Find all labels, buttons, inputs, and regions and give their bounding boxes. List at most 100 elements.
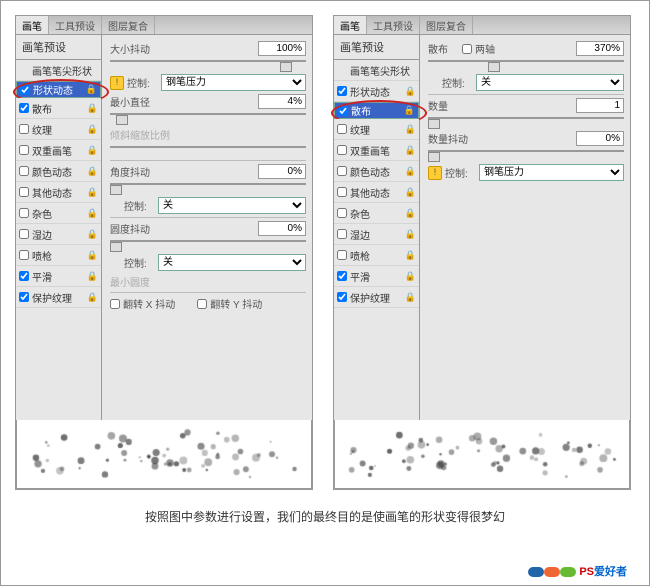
sidebar-checkbox[interactable] <box>19 292 29 302</box>
caption-text: 按照图中参数进行设置，我们的最终目的是使画笔的形状变得很梦幻 <box>15 508 635 525</box>
sidebar-item[interactable]: 平滑🔒 <box>16 266 101 287</box>
both-axes-checkbox[interactable] <box>462 44 472 54</box>
tab-brush[interactable]: 画笔 <box>334 16 367 34</box>
sidebar-label: 平滑 <box>350 269 370 284</box>
lock-icon: 🔒 <box>405 292 416 303</box>
sidebar-label: 保护纹理 <box>350 290 390 305</box>
count-slider[interactable] <box>428 117 624 127</box>
sidebar-checkbox[interactable] <box>337 208 347 218</box>
sidebar-item[interactable]: 画笔笔尖形状 <box>16 60 101 81</box>
sidebar-label: 其他动态 <box>32 185 72 200</box>
tab-tool[interactable]: 工具预设 <box>367 16 420 34</box>
sidebar-item[interactable]: 纹理🔒 <box>334 119 419 140</box>
size-jitter-slider[interactable] <box>110 60 306 70</box>
lock-icon: 🔒 <box>405 187 416 198</box>
sidebar-item[interactable]: 形状动态🔒 <box>16 81 101 98</box>
tab-layer[interactable]: 图层复合 <box>420 16 473 34</box>
sidebar-label: 保护纹理 <box>32 290 72 305</box>
min-dia-value[interactable] <box>258 94 306 109</box>
sidebar-checkbox[interactable] <box>19 208 29 218</box>
sidebar-checkbox[interactable] <box>337 292 347 302</box>
lock-icon: 🔒 <box>405 166 416 177</box>
sidebar-item[interactable]: 双重画笔🔒 <box>16 140 101 161</box>
sidebar-item[interactable]: 保护纹理 🔒 <box>16 287 101 308</box>
sidebar-checkbox[interactable] <box>19 124 29 134</box>
control-select-2[interactable]: 关 <box>158 197 306 214</box>
flipx-checkbox[interactable] <box>110 299 120 309</box>
sidebar-checkbox[interactable] <box>19 103 29 113</box>
lock-icon: 🔒 <box>87 166 98 177</box>
lock-icon: 🔒 <box>87 292 98 303</box>
sidebar-item[interactable]: 颜色动态🔒 <box>334 161 419 182</box>
sidebar-item[interactable]: 湿边🔒 <box>334 224 419 245</box>
sidebar-head[interactable]: 画笔预设 <box>334 35 419 60</box>
sidebar-checkbox[interactable] <box>338 106 348 116</box>
sidebar-checkbox[interactable] <box>337 166 347 176</box>
control-select-3[interactable]: 关 <box>158 254 306 271</box>
tilt-label: 倾斜缩放比例 <box>110 127 170 142</box>
lock-icon: 🔒 <box>86 84 97 95</box>
sidebar-label: 湿边 <box>32 227 52 242</box>
sidebar-item[interactable]: 平滑🔒 <box>334 266 419 287</box>
sidebar-item[interactable]: 画笔笔尖形状 <box>334 60 419 81</box>
sidebar-checkbox[interactable] <box>337 145 347 155</box>
sidebar-label: 双重画笔 <box>350 143 390 158</box>
brush-options-sidebar: 画笔预设 画笔笔尖形状形状动态🔒散布🔒纹理🔒双重画笔🔒颜色动态🔒其他动态🔒杂色🔒… <box>334 35 420 420</box>
control-select[interactable]: 关 <box>476 74 624 91</box>
scatter-value[interactable] <box>576 41 624 56</box>
sidebar-item[interactable]: 喷枪🔒 <box>16 245 101 266</box>
tab-tool[interactable]: 工具预设 <box>49 16 102 34</box>
round-slider[interactable] <box>110 240 306 250</box>
sidebar-item[interactable]: 颜色动态🔒 <box>16 161 101 182</box>
flipy-checkbox[interactable] <box>197 299 207 309</box>
count-jitter-label: 数量抖动 <box>428 131 488 146</box>
angle-slider[interactable] <box>110 183 306 193</box>
tab-layer[interactable]: 图层复合 <box>102 16 155 34</box>
sidebar-item[interactable]: 其他动态🔒 <box>16 182 101 203</box>
sidebar-item[interactable]: 双重画笔🔒 <box>334 140 419 161</box>
sidebar-item[interactable]: 保护纹理 🔒 <box>334 287 419 308</box>
sidebar-item[interactable]: 杂色🔒 <box>334 203 419 224</box>
sidebar-label: 双重画笔 <box>32 143 72 158</box>
sidebar-checkbox[interactable] <box>19 145 29 155</box>
round-jitter-label: 圆度抖动 <box>110 221 170 236</box>
lock-icon: 🔒 <box>87 124 98 135</box>
sidebar-checkbox[interactable] <box>19 271 29 281</box>
scatter-slider[interactable] <box>428 60 624 70</box>
sidebar-checkbox[interactable] <box>19 166 29 176</box>
angle-jitter-value[interactable] <box>258 164 306 179</box>
sidebar-item[interactable]: 其他动态🔒 <box>334 182 419 203</box>
sidebar-checkbox[interactable] <box>19 229 29 239</box>
control-select-2[interactable]: 钢笔压力 <box>479 164 624 181</box>
lock-icon: 🔒 <box>405 208 416 219</box>
sidebar-checkbox[interactable] <box>19 187 29 197</box>
tab-brush[interactable]: 画笔 <box>16 16 49 34</box>
sidebar-item[interactable]: 散布🔒 <box>334 102 419 119</box>
min-dia-slider[interactable] <box>110 113 306 123</box>
scatter-label: 散布 <box>428 41 462 56</box>
sidebar-item[interactable]: 散布🔒 <box>16 98 101 119</box>
sidebar-item[interactable]: 杂色🔒 <box>16 203 101 224</box>
control-select[interactable]: 钢笔压力 <box>161 74 306 91</box>
count-jitter-slider[interactable] <box>428 150 624 160</box>
sidebar-checkbox[interactable] <box>337 229 347 239</box>
sidebar-label: 杂色 <box>32 206 52 221</box>
sidebar-checkbox[interactable] <box>20 85 30 95</box>
sidebar-item[interactable]: 喷枪🔒 <box>334 245 419 266</box>
sidebar-checkbox[interactable] <box>19 250 29 260</box>
round-jitter-value[interactable] <box>258 221 306 236</box>
size-jitter-value[interactable] <box>258 41 306 56</box>
sidebar-checkbox[interactable] <box>337 250 347 260</box>
sidebar-head[interactable]: 画笔预设 <box>16 35 101 60</box>
sidebar-item[interactable]: 湿边🔒 <box>16 224 101 245</box>
scatter-content: 散布两轴 控制:关 数量 数量抖动 !控制:钢笔压力 <box>420 35 630 420</box>
sidebar-checkbox[interactable] <box>337 124 347 134</box>
sidebar-checkbox[interactable] <box>337 187 347 197</box>
sidebar-checkbox[interactable] <box>337 86 347 96</box>
sidebar-item[interactable]: 纹理🔒 <box>16 119 101 140</box>
sidebar-checkbox[interactable] <box>337 271 347 281</box>
site-logo: PS爱好者 <box>528 563 627 579</box>
count-value[interactable] <box>576 98 624 113</box>
sidebar-item[interactable]: 形状动态🔒 <box>334 81 419 102</box>
count-jitter-value[interactable] <box>576 131 624 146</box>
